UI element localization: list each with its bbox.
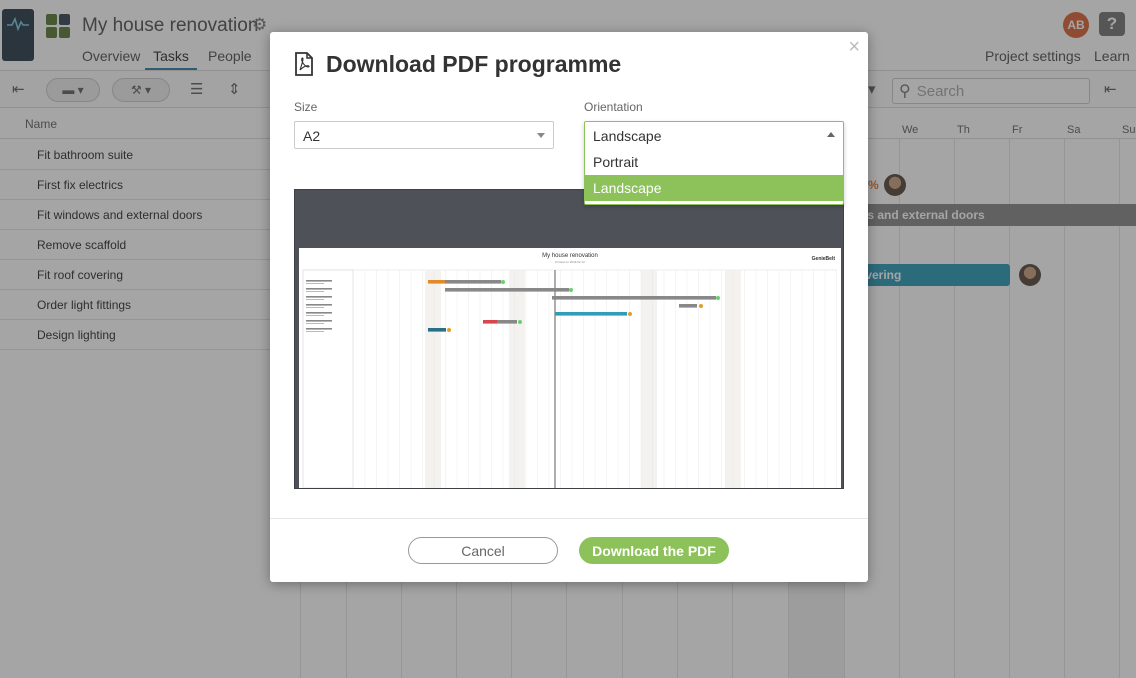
orientation-current[interactable]: Landscape [585,122,843,149]
orientation-select[interactable]: Landscape Portrait Landscape [584,121,844,205]
preview-task-name [306,312,332,314]
preview-gantt-bar [679,304,697,308]
preview-task-meta [306,307,324,308]
preview-task-name [306,328,332,330]
preview-sheet: My house renovation Printed on 2018 02 1… [299,248,841,489]
preview-gantt-bar [552,296,716,300]
preview-gantt: My house renovation Printed on 2018 02 1… [302,253,837,489]
preview-task-meta [306,291,324,292]
cancel-button[interactable]: Cancel [408,537,558,564]
preview-milestone [447,328,451,332]
preview-task-name [306,304,332,306]
preview-title: My house renovation [542,253,598,259]
download-pdf-button[interactable]: Download the PDF [579,537,729,564]
option-portrait[interactable]: Portrait [585,149,843,175]
preview-gantt-bar [483,320,497,324]
preview-task-meta [306,315,324,316]
preview-weekend [509,270,525,488]
preview-task-name [306,280,332,282]
preview-gantt-bar [497,320,517,324]
preview-gantt-bar [445,280,501,284]
preview-gantt-bar [428,280,445,284]
preview-weekend [641,270,657,488]
preview-task-name [306,288,332,290]
preview-milestone [569,288,573,292]
preview-task-meta [306,323,324,324]
size-value: A2 [303,128,321,144]
preview-milestone [716,296,720,300]
preview-task-name [306,296,332,298]
preview-subtitle: Printed on 2018 02 12 [555,260,585,264]
chevron-up-icon [827,132,835,137]
preview-task-meta [306,299,324,300]
orientation-value: Landscape [593,128,662,144]
preview-milestone [501,280,505,284]
size-select[interactable]: A2 [294,121,554,149]
orientation-label: Orientation [584,100,643,114]
download-pdf-dialog: × Download PDF programme Size A2 Orienta… [270,32,868,582]
preview-milestone [518,320,522,324]
chevron-down-icon [537,133,545,138]
preview-brand: GenieBelt [812,256,836,262]
preview-milestone [628,312,632,316]
preview-task-meta [306,283,324,284]
pdf-preview: My house renovation Printed on 2018 02 1… [294,189,844,489]
preview-task-name [306,320,332,322]
dialog-title: Download PDF programme [326,51,622,77]
dialog-footer-divider [270,518,868,519]
preview-task-meta [306,331,324,332]
pdf-file-icon [295,52,313,76]
size-label: Size [294,100,318,114]
close-icon[interactable]: × [848,36,860,59]
preview-weekend [425,270,441,488]
preview-gantt-bar [555,312,627,316]
preview-gantt-bar [445,288,569,292]
preview-gantt-bar [428,328,446,332]
option-landscape[interactable]: Landscape [585,175,843,201]
preview-milestone [699,304,703,308]
